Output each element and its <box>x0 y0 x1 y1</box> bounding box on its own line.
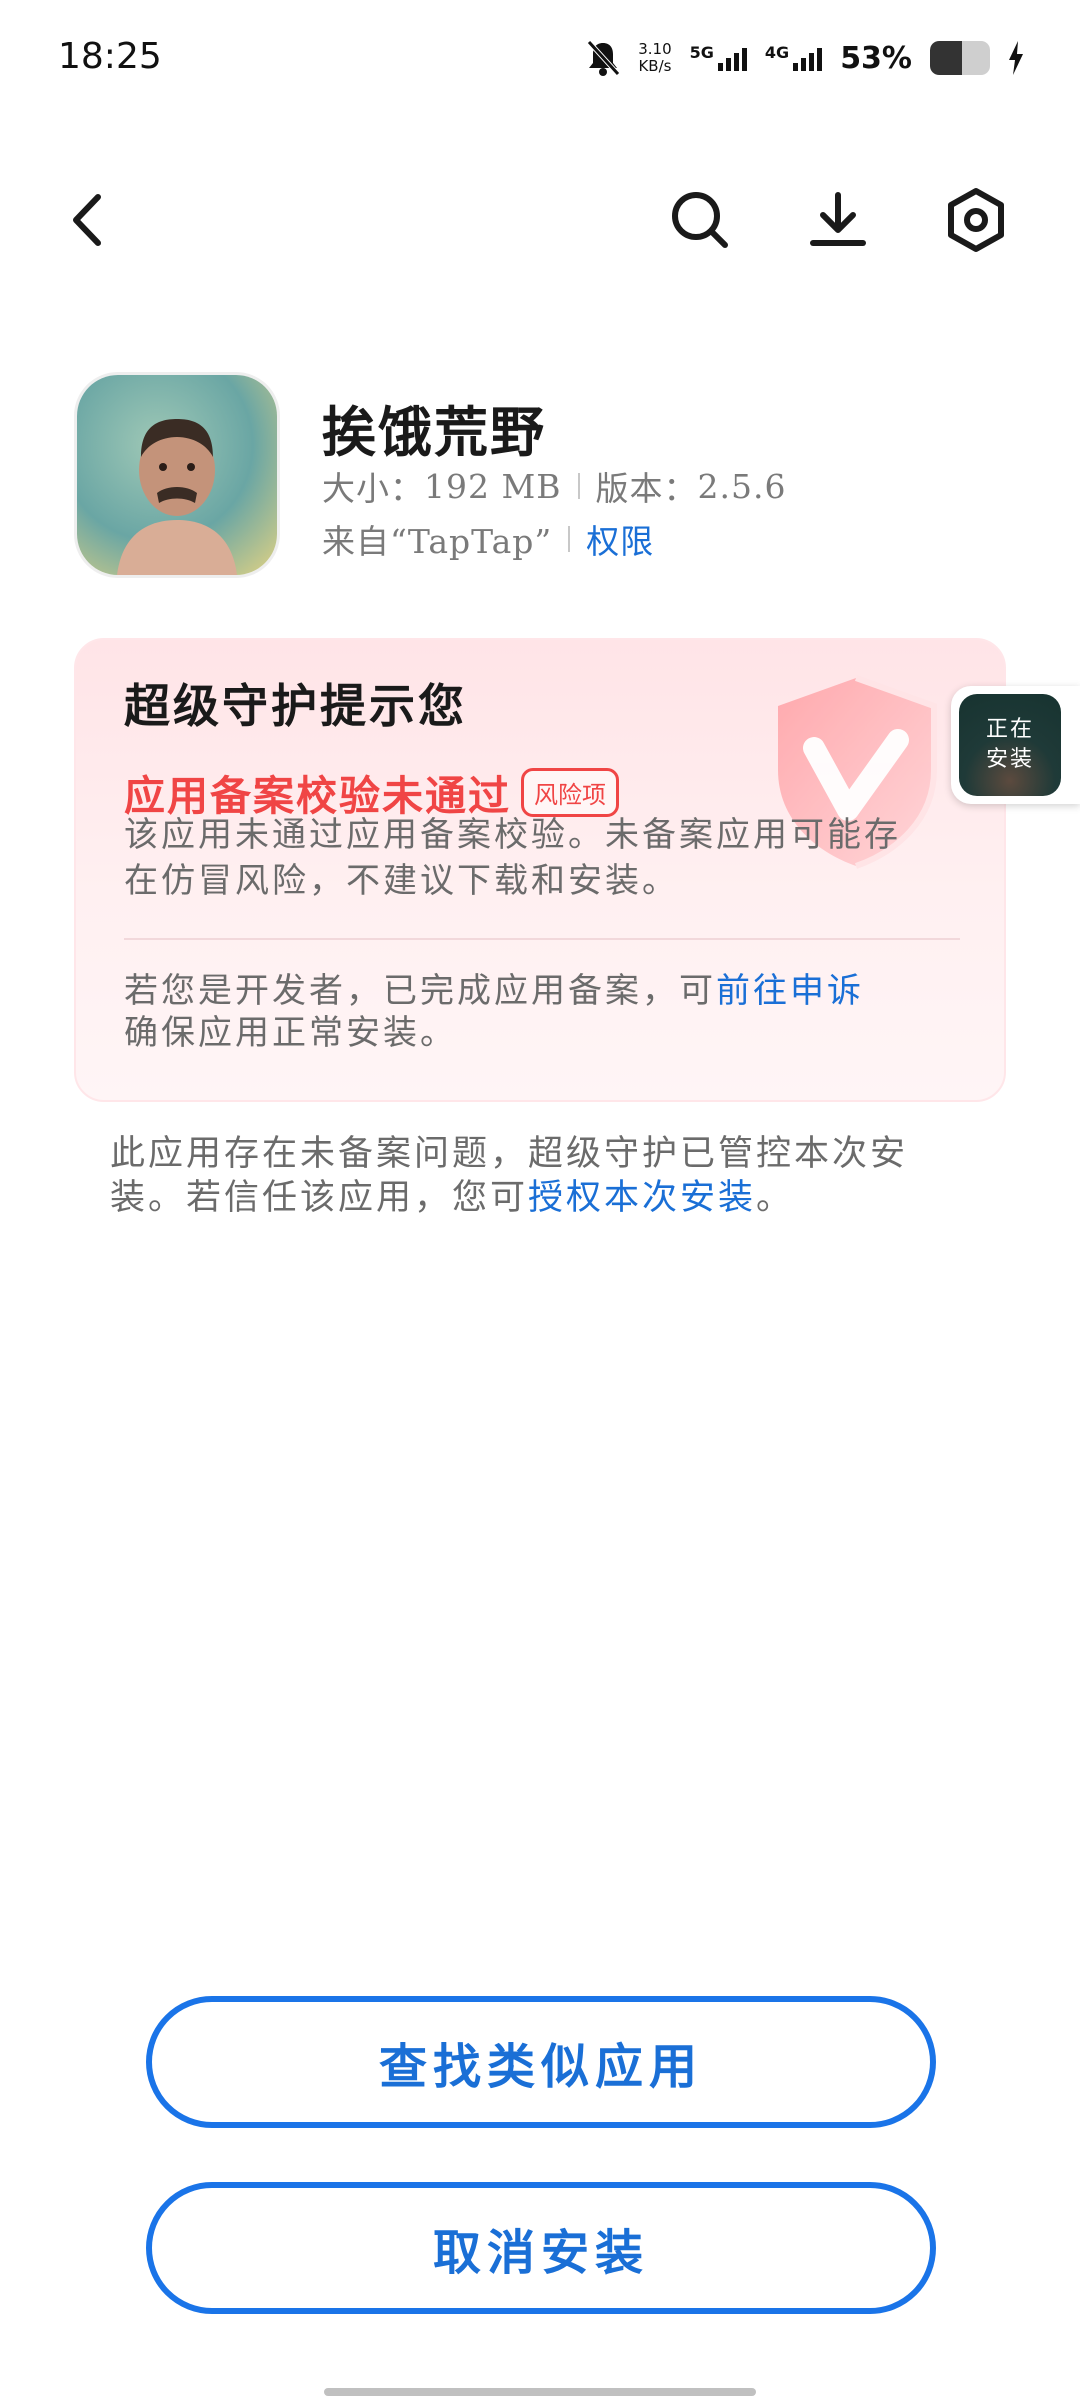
permissions-link[interactable]: 权限 <box>586 515 654 563</box>
charging-icon <box>1009 41 1023 75</box>
card-title: 超级守护提示您 <box>124 679 467 733</box>
app-character-icon <box>77 375 277 575</box>
security-warning-card: 超级守护提示您 应用备案校验未通过 风险项 该应用未通过应用备案校验。未备案应用… <box>74 638 1006 1102</box>
status-bar: 18:25 3.10 KB/s 5G 4G 53% <box>0 0 1080 120</box>
install-notice: 此应用存在未备案问题，超级守护已管控本次安装。若信任该应用，您可授权本次安装。 <box>110 1132 960 1220</box>
bell-muted-icon <box>587 40 621 76</box>
installing-line-2: 安装 <box>985 747 1034 772</box>
search-button[interactable] <box>660 180 740 260</box>
size-label: 大小： <box>322 469 424 508</box>
network-4g-label: 4G <box>764 43 790 62</box>
speed-value: 3.10 <box>638 40 672 58</box>
status-time: 18:25 <box>58 36 162 77</box>
developer-text: 若您是开发者，已完成应用备案，可 <box>124 971 716 1011</box>
notice-tail: 。 <box>756 1178 795 1218</box>
speed-unit: KB/s <box>638 57 672 75</box>
app-size-version: 大小： 192 MB 版本： 2.5.6 <box>322 462 787 510</box>
settings-button[interactable] <box>936 180 1016 260</box>
meta-divider <box>577 473 580 499</box>
home-indicator[interactable] <box>324 2388 756 2396</box>
developer-text-2: 确保应用正常安装。 <box>124 1013 457 1053</box>
settings-icon <box>948 188 1004 252</box>
risk-badge: 风险项 <box>521 767 619 817</box>
network-5g-label: 5G <box>689 43 714 62</box>
version-label: 版本： <box>595 469 698 508</box>
cancel-install-button[interactable]: 取消安装 <box>146 2182 936 2314</box>
back-button[interactable] <box>48 180 128 260</box>
installing-label: 正在 安装 <box>986 715 1034 775</box>
network-5g: 5G <box>690 45 747 71</box>
top-navigation <box>0 180 1080 260</box>
signal-bars-icon <box>717 45 747 71</box>
size-value: 192 MB <box>424 466 562 506</box>
app-name: 挨饿荒野 <box>322 400 546 464</box>
battery-icon <box>930 41 990 75</box>
app-source-row: 来自“TapTap” 权限 <box>322 515 654 563</box>
download-manager-button[interactable] <box>798 180 878 260</box>
download-icon <box>810 192 866 246</box>
network-speed: 3.10 KB/s <box>638 41 671 75</box>
alert-description: 该应用未通过应用备案校验。未备案应用可能存在仿冒风险，不建议下载和安装。 <box>124 815 901 901</box>
installing-app-thumbnail: 正在 安装 <box>959 694 1061 796</box>
search-icon <box>672 192 728 248</box>
installing-line-1: 正在 <box>985 717 1034 742</box>
card-divider <box>124 938 960 940</box>
status-indicators: 3.10 KB/s 5G 4G 53% <box>586 34 1024 82</box>
authorize-install-link[interactable]: 授权本次安装 <box>528 1178 756 1218</box>
back-icon <box>73 194 101 246</box>
find-similar-apps-button[interactable]: 查找类似应用 <box>146 1996 936 2128</box>
appeal-link[interactable]: 前往申诉 <box>716 971 864 1011</box>
app-icon <box>74 372 280 578</box>
signal-bars-icon <box>793 45 823 71</box>
app-source: 来自“TapTap” <box>322 522 553 561</box>
installing-floating-bubble[interactable]: 正在 安装 <box>951 686 1080 804</box>
developer-note: 若您是开发者，已完成应用备案，可前往申诉确保应用正常安装。 <box>124 970 944 1054</box>
version-value: 2.5.6 <box>697 466 787 506</box>
battery-percent: 53% <box>840 40 912 76</box>
meta-divider <box>568 526 571 552</box>
battery-fill <box>930 41 962 75</box>
network-4g: 4G <box>764 43 823 71</box>
